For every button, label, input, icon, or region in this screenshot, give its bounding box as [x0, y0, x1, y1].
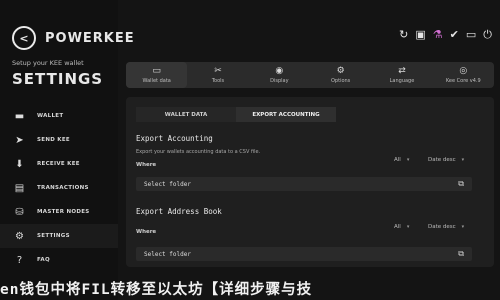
- where-label: Where: [136, 229, 157, 235]
- folder-field-placeholder: Select folder: [144, 250, 191, 258]
- folder-field[interactable]: Select folder ⧉: [136, 247, 472, 261]
- logo-mark-icon: <: [12, 26, 36, 50]
- refresh-icon[interactable]: ↻: [399, 29, 408, 41]
- tab-tools[interactable]: ✂ Tools: [187, 62, 248, 88]
- top-toolbar: ↻ ▣ ⚗ ✔ ▭ ⏻: [399, 29, 492, 41]
- sidebar-item-faq[interactable]: ? FAQ: [0, 248, 118, 272]
- tab-wallet-data[interactable]: ▭ Wallet data: [126, 62, 188, 88]
- tab-label: Options: [331, 78, 351, 84]
- help-icon: ?: [16, 254, 23, 266]
- filter-select[interactable]: All ▾: [394, 157, 409, 163]
- sort-select-value: Date desc: [428, 224, 456, 230]
- sort-select[interactable]: Date desc ▾: [428, 224, 464, 230]
- flask-icon[interactable]: ⚗: [433, 29, 443, 41]
- language-icon: ⇄: [398, 66, 406, 76]
- lock-icon[interactable]: ▣: [415, 29, 425, 41]
- setup-subtitle: Setup your KEE wallet: [12, 59, 84, 67]
- tab-kee-core[interactable]: ◎ Kee Core v4.9: [433, 62, 494, 88]
- sort-select[interactable]: Date desc ▾: [428, 157, 464, 163]
- sidebar-item-label: TRANSACTIONS: [37, 185, 89, 191]
- options-icon: ⚙: [336, 66, 345, 76]
- export-address-book-title: Export Address Book: [136, 207, 222, 216]
- page-title: SETTINGS: [12, 70, 104, 88]
- filter-select-value: All: [394, 224, 401, 230]
- sidebar-item-label: SETTINGS: [37, 233, 70, 239]
- wallet-icon: ▬: [14, 110, 25, 122]
- filter-select[interactable]: All ▾: [394, 224, 409, 230]
- export-accounting-description: Export your wallets accounting data to a…: [136, 149, 261, 155]
- sidebar-item-wallet[interactable]: ▬ WALLET: [0, 104, 118, 128]
- tab-label: Tools: [211, 78, 225, 84]
- power-icon[interactable]: ⏻: [483, 29, 492, 41]
- chevron-down-icon: ▾: [406, 157, 410, 163]
- subtab-wallet-data[interactable]: WALLET DATA: [136, 107, 236, 122]
- sidebar-item-receive-kee[interactable]: ⬇ RECEIVE KEE: [0, 152, 118, 176]
- transactions-icon: ▤: [14, 182, 25, 194]
- tab-label: Display: [270, 78, 289, 84]
- settings-tabs: ▭ Wallet data ✂ Tools ◉ Display ⚙ Option…: [126, 62, 494, 88]
- subtabs: WALLET DATA EXPORT ACCOUNTING: [136, 107, 336, 122]
- sidebar-item-label: SEND KEE: [37, 137, 70, 143]
- gear-icon: ⚙: [15, 230, 24, 242]
- receive-icon: ⬇: [15, 158, 24, 170]
- sidebar-item-label: WALLET: [37, 113, 64, 119]
- overlay-caption: en钱包中将FIL转移至以太坊【详细步骤与技: [0, 281, 313, 298]
- tab-label: Wallet data: [142, 78, 171, 84]
- where-label: Where: [136, 162, 157, 168]
- wallet-data-panel: WALLET DATA EXPORT ACCOUNTING Export Acc…: [126, 97, 494, 267]
- sort-select-value: Date desc: [428, 157, 456, 163]
- tools-icon: ✂: [214, 66, 222, 76]
- sidebar-item-label: RECEIVE KEE: [37, 161, 80, 167]
- filter-select-value: All: [394, 157, 401, 163]
- tab-language[interactable]: ⇄ Language: [371, 62, 432, 88]
- display-icon: ◉: [275, 66, 284, 76]
- sidebar-item-settings[interactable]: ⚙ SETTINGS: [0, 224, 118, 248]
- check-icon[interactable]: ✔: [450, 29, 459, 41]
- core-icon: ◎: [459, 66, 468, 76]
- tab-label: Kee Core v4.9: [445, 78, 481, 84]
- subtab-export-accounting[interactable]: EXPORT ACCOUNTING: [236, 107, 336, 122]
- chevron-down-icon: ▾: [461, 157, 465, 163]
- sidebar-item-master-nodes[interactable]: ⛁ MASTER NODES: [0, 200, 118, 224]
- wallet-data-icon: ▭: [152, 66, 161, 76]
- chevron-down-icon: ▾: [406, 224, 410, 230]
- copy-icon[interactable]: ⧉: [458, 249, 464, 259]
- brand-name: POWERKEE: [45, 30, 135, 46]
- sidebar-item-label: FAQ: [37, 257, 50, 263]
- tab-display[interactable]: ◉ Display: [249, 62, 310, 88]
- export-accounting-title: Export Accounting: [136, 134, 213, 143]
- sidebar-nav: ▬ WALLET ➤ SEND KEE ⬇ RECEIVE KEE ▤ TRAN…: [0, 104, 118, 272]
- send-icon: ➤: [15, 134, 24, 146]
- brand-logo[interactable]: < POWERKEE: [12, 26, 135, 50]
- sidebar-item-send-kee[interactable]: ➤ SEND KEE: [0, 128, 118, 152]
- copy-icon[interactable]: ⧉: [458, 179, 464, 189]
- tab-label: Language: [389, 78, 415, 84]
- window-icon[interactable]: ▭: [466, 29, 476, 41]
- tab-options[interactable]: ⚙ Options: [310, 62, 371, 88]
- folder-field-placeholder: Select folder: [144, 180, 191, 188]
- masternodes-icon: ⛁: [15, 206, 24, 218]
- sidebar-item-transactions[interactable]: ▤ TRANSACTIONS: [0, 176, 118, 200]
- sidebar: < POWERKEE Setup your KEE wallet SETTING…: [0, 0, 134, 300]
- chevron-down-icon: ▾: [461, 224, 465, 230]
- folder-field[interactable]: Select folder ⧉: [136, 177, 472, 191]
- sidebar-item-label: MASTER NODES: [37, 209, 90, 215]
